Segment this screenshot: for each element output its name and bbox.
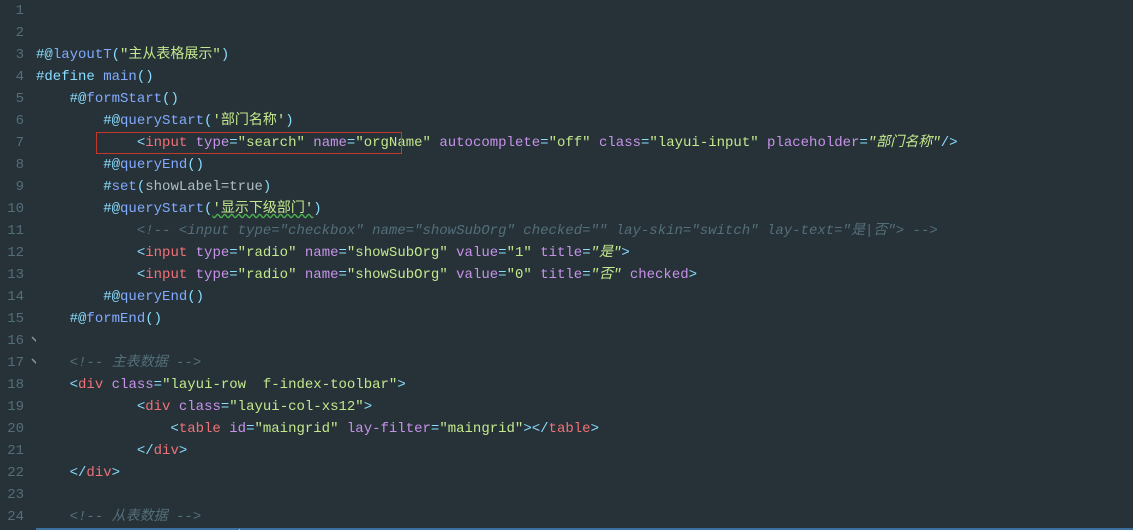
line-number: 12 xyxy=(0,242,24,264)
line-number: 19 xyxy=(0,396,24,418)
code-line[interactable]: #@formStart() xyxy=(36,88,1133,110)
code-line[interactable]: <!-- <input type="checkbox" name="showSu… xyxy=(36,220,1133,242)
line-number: 5 xyxy=(0,88,24,110)
line-number: 17 xyxy=(0,352,24,374)
line-number: 15 xyxy=(0,308,24,330)
code-line[interactable]: <!-- 从表数据 --> xyxy=(36,506,1133,528)
code-line[interactable]: #define main() xyxy=(36,66,1133,88)
line-number: 2 xyxy=(0,22,24,44)
line-number-gutter: 123456789101112131415161718192021222324 xyxy=(0,0,36,530)
code-line[interactable]: <div class="layui-row f-index-toolbar"> xyxy=(36,374,1133,396)
line-number: 20 xyxy=(0,418,24,440)
line-number: 8 xyxy=(0,154,24,176)
line-number: 3 xyxy=(0,44,24,66)
line-number: 16 xyxy=(0,330,24,352)
code-line[interactable]: </div> xyxy=(36,440,1133,462)
line-number: 9 xyxy=(0,176,24,198)
line-number: 13 xyxy=(0,264,24,286)
line-number: 18 xyxy=(0,374,24,396)
line-number: 10 xyxy=(0,198,24,220)
code-line[interactable]: #@layoutT("主从表格展示") xyxy=(36,44,1133,66)
code-line[interactable]: </div> xyxy=(36,462,1133,484)
line-number: 11 xyxy=(0,220,24,242)
code-line[interactable]: #@queryStart('显示下级部门') xyxy=(36,198,1133,220)
code-line[interactable]: #set(showLabel=true) xyxy=(36,176,1133,198)
code-line[interactable] xyxy=(36,330,1133,352)
code-line[interactable]: <div class="layui-col-xs12"> xyxy=(36,396,1133,418)
code-line[interactable]: <table id="maingrid" lay-filter="maingri… xyxy=(36,418,1133,440)
code-line[interactable]: <input type="radio" name="showSubOrg" va… xyxy=(36,242,1133,264)
code-line[interactable] xyxy=(36,484,1133,506)
line-number: 23 xyxy=(0,484,24,506)
line-number: 7 xyxy=(0,132,24,154)
code-line[interactable]: <input type="search" name="orgName" auto… xyxy=(36,132,1133,154)
line-number: 21 xyxy=(0,440,24,462)
line-number: 24 xyxy=(0,506,24,528)
code-line[interactable]: #@queryEnd() xyxy=(36,286,1133,308)
line-number: 6 xyxy=(0,110,24,132)
code-line[interactable]: #@formEnd() xyxy=(36,308,1133,330)
line-number: 1 xyxy=(0,0,24,22)
code-line[interactable]: <input type="radio" name="showSubOrg" va… xyxy=(36,264,1133,286)
line-number: 14 xyxy=(0,286,24,308)
line-number: 4 xyxy=(0,66,24,88)
code-editor[interactable]: #@layoutT("主从表格展示")#define main() #@form… xyxy=(36,0,1133,530)
line-number: 22 xyxy=(0,462,24,484)
code-line[interactable]: #@queryStart('部门名称') xyxy=(36,110,1133,132)
code-line[interactable]: #@queryEnd() xyxy=(36,154,1133,176)
code-line[interactable]: <!-- 主表数据 --> xyxy=(36,352,1133,374)
